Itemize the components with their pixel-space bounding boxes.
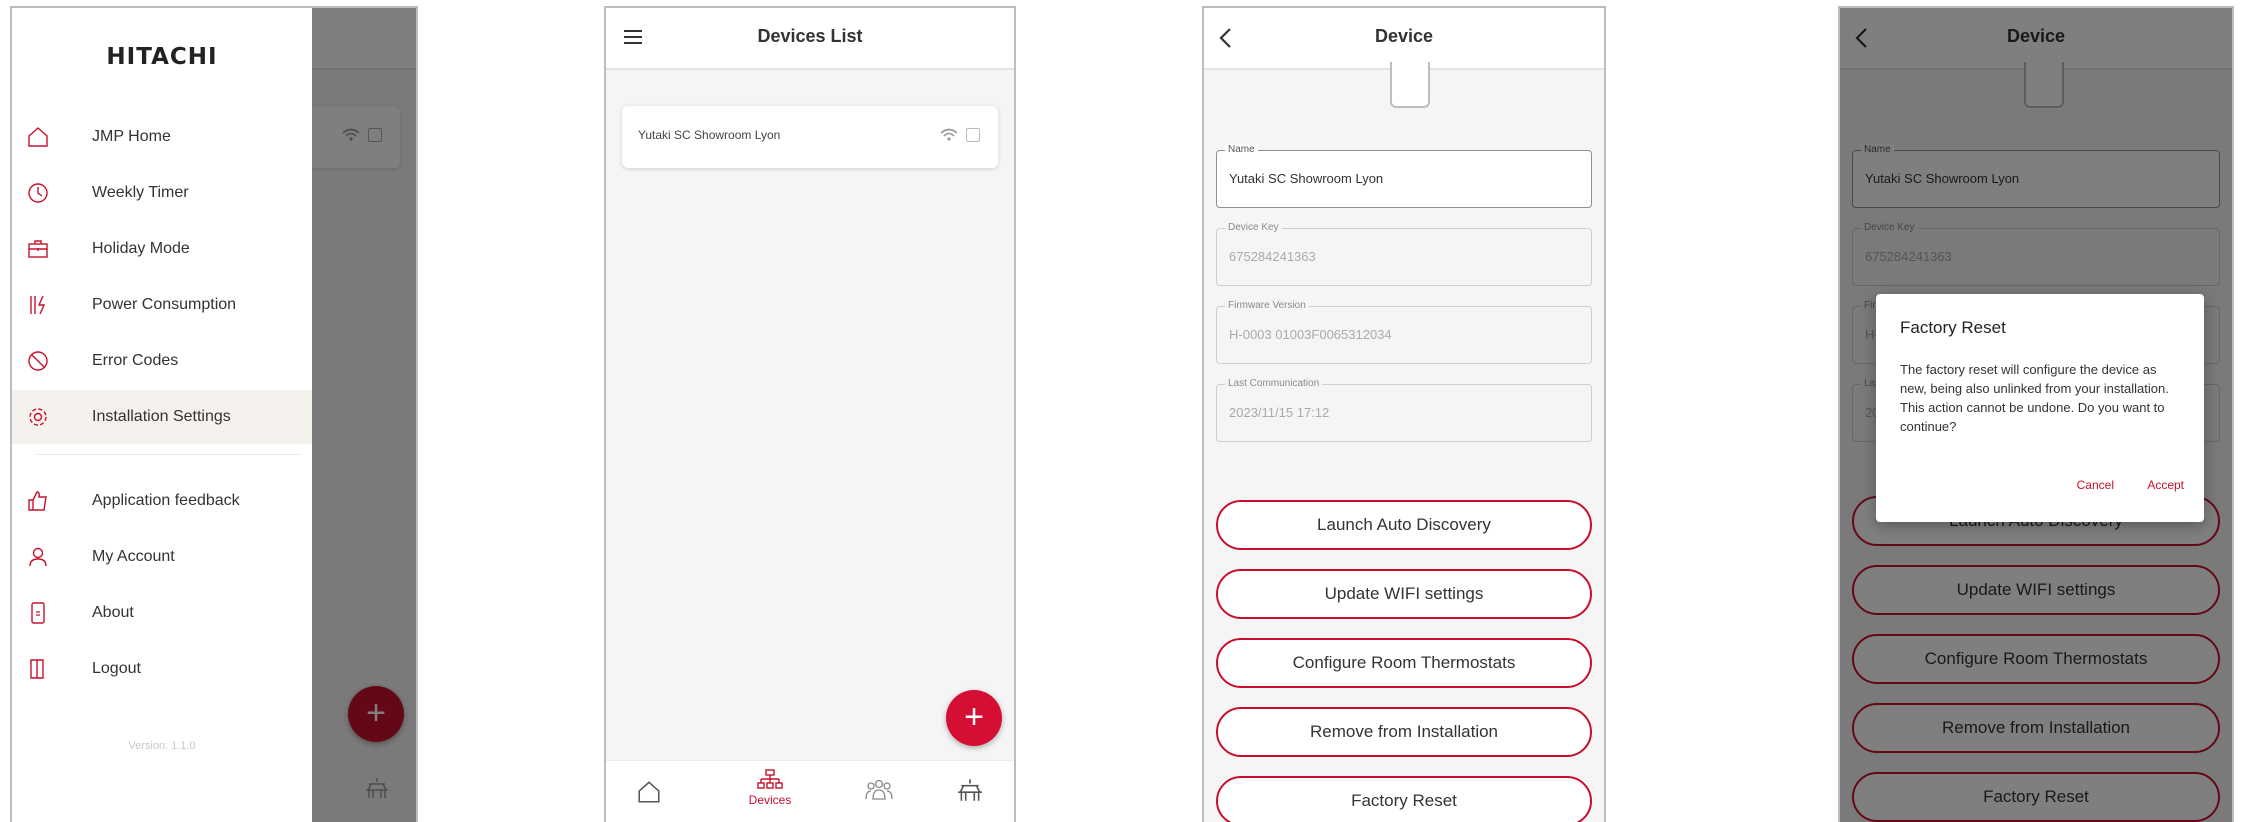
thumbs-up-icon xyxy=(28,491,47,511)
nav-devices-label: Devices xyxy=(748,793,792,807)
clock-icon xyxy=(28,183,48,203)
info-device-icon xyxy=(31,602,45,624)
header: Device xyxy=(1204,8,1604,70)
menu-item-label: About xyxy=(92,604,134,621)
menu-divider xyxy=(36,454,302,455)
devices-icon xyxy=(757,769,783,789)
menu-item-label: Weekly Timer xyxy=(92,184,189,201)
screen-device-details: Device Name Yutaki SC Showroom Lyon Devi… xyxy=(1202,6,1606,822)
factory-reset-button[interactable]: Factory Reset xyxy=(1216,776,1592,822)
remove-from-installation-button[interactable]: Remove from Installation xyxy=(1216,707,1592,757)
wifi-icon xyxy=(940,128,958,141)
menu-item-label: Power Consumption xyxy=(92,296,237,313)
user-icon xyxy=(29,547,47,567)
installation-icon xyxy=(958,779,982,801)
hitachi-logo: HITACHI xyxy=(106,44,218,70)
add-device-button[interactable]: + xyxy=(946,690,1002,746)
menu-item-about[interactable]: About xyxy=(12,586,312,640)
menu-item-power-consumption[interactable]: Power Consumption xyxy=(12,278,312,332)
configure-room-thermostats-button[interactable]: Configure Room Thermostats xyxy=(1216,638,1592,688)
power-consumption-icon xyxy=(30,295,46,315)
launch-auto-discovery-button[interactable]: Launch Auto Discovery xyxy=(1216,500,1592,550)
factory-reset-dialog: Factory Reset The factory reset will con… xyxy=(1876,294,2204,522)
device-card[interactable]: Yutaki SC Showroom Lyon xyxy=(622,106,998,168)
menu-item-label: Application feedback xyxy=(92,492,240,509)
last-communication-value: 2023/11/15 17:12 xyxy=(1229,405,1330,420)
home-icon xyxy=(28,127,48,147)
menu-item-logout[interactable]: Logout xyxy=(12,642,312,696)
header: Devices List xyxy=(606,8,1014,70)
cancel-button[interactable]: Cancel xyxy=(2077,478,2114,492)
nav-home[interactable] xyxy=(636,779,662,805)
page-title: Device xyxy=(1374,26,1434,46)
device-name: Yutaki SC Showroom Lyon xyxy=(638,128,781,142)
menu-item-holiday-mode[interactable]: Holiday Mode xyxy=(12,222,312,276)
dialog-title: Factory Reset xyxy=(1900,318,2006,337)
device-image xyxy=(1390,62,1430,108)
firmware-version-value: H-0003 01003F0065312034 xyxy=(1229,327,1392,342)
page-title: Devices List xyxy=(757,26,863,46)
accept-button[interactable]: Accept xyxy=(2147,478,2184,492)
menu-item-label: JMP Home xyxy=(92,128,171,145)
nav-users[interactable] xyxy=(864,779,894,801)
device-key-value: 675284241363 xyxy=(1229,249,1316,264)
navigation-drawer: HITACHI JMP Home Weekly Timer Holiday Mo… xyxy=(12,8,312,822)
menu-item-application-feedback[interactable]: Application feedback xyxy=(12,474,312,528)
device-key-label: Device Key xyxy=(1225,222,1282,233)
screen-devices-list: Devices List Yutaki SC Showroom Lyon + D… xyxy=(604,6,1016,822)
suitcase-icon xyxy=(28,240,48,258)
device-key-field: Device Key 675284241363 xyxy=(1216,222,1592,286)
menu-item-error-codes[interactable]: Error Codes xyxy=(12,334,312,388)
door-icon xyxy=(30,659,44,679)
last-communication-label: Last Communication xyxy=(1225,378,1323,389)
menu-item-installation-settings[interactable]: Installation Settings xyxy=(12,390,312,444)
name-field-value: Yutaki SC Showroom Lyon xyxy=(1229,171,1384,186)
menu-item-weekly-timer[interactable]: Weekly Timer xyxy=(12,166,312,220)
nav-devices[interactable]: Devices xyxy=(742,769,798,807)
home-icon xyxy=(638,781,660,803)
nav-installation[interactable] xyxy=(956,777,984,803)
last-communication-field: Last Communication 2023/11/15 17:12 xyxy=(1216,378,1592,442)
screen-side-menu: + HITACHI JMP Home Weekly Timer Holiday … xyxy=(10,6,418,822)
users-icon xyxy=(865,779,893,800)
menu-item-my-account[interactable]: My Account xyxy=(12,530,312,584)
name-field-label: Name xyxy=(1225,144,1258,155)
menu-item-label: Installation Settings xyxy=(92,408,231,425)
device-status-icon xyxy=(966,128,980,142)
menu-item-jmp-home[interactable]: JMP Home xyxy=(12,110,312,164)
bottom-navigation: Devices xyxy=(606,760,1014,822)
app-version: Version: 1.1.0 xyxy=(128,740,196,752)
menu-item-label: Error Codes xyxy=(92,352,179,369)
dialog-message: The factory reset will configure the dev… xyxy=(1900,362,2169,434)
prohibited-icon xyxy=(28,351,48,371)
menu-item-label: My Account xyxy=(92,548,175,565)
update-wifi-settings-button[interactable]: Update WIFI settings xyxy=(1216,569,1592,619)
firmware-version-field: Firmware Version H-0003 01003F0065312034 xyxy=(1216,300,1592,364)
name-field[interactable]: Name Yutaki SC Showroom Lyon xyxy=(1216,144,1592,208)
screen-factory-reset-dialog: Device Name Yutaki SC Showroom Lyon Devi… xyxy=(1838,6,2234,822)
menu-item-label: Logout xyxy=(92,660,141,677)
firmware-version-label: Firmware Version xyxy=(1225,300,1309,311)
menu-item-label: Holiday Mode xyxy=(92,240,190,257)
gear-icon xyxy=(29,408,47,426)
